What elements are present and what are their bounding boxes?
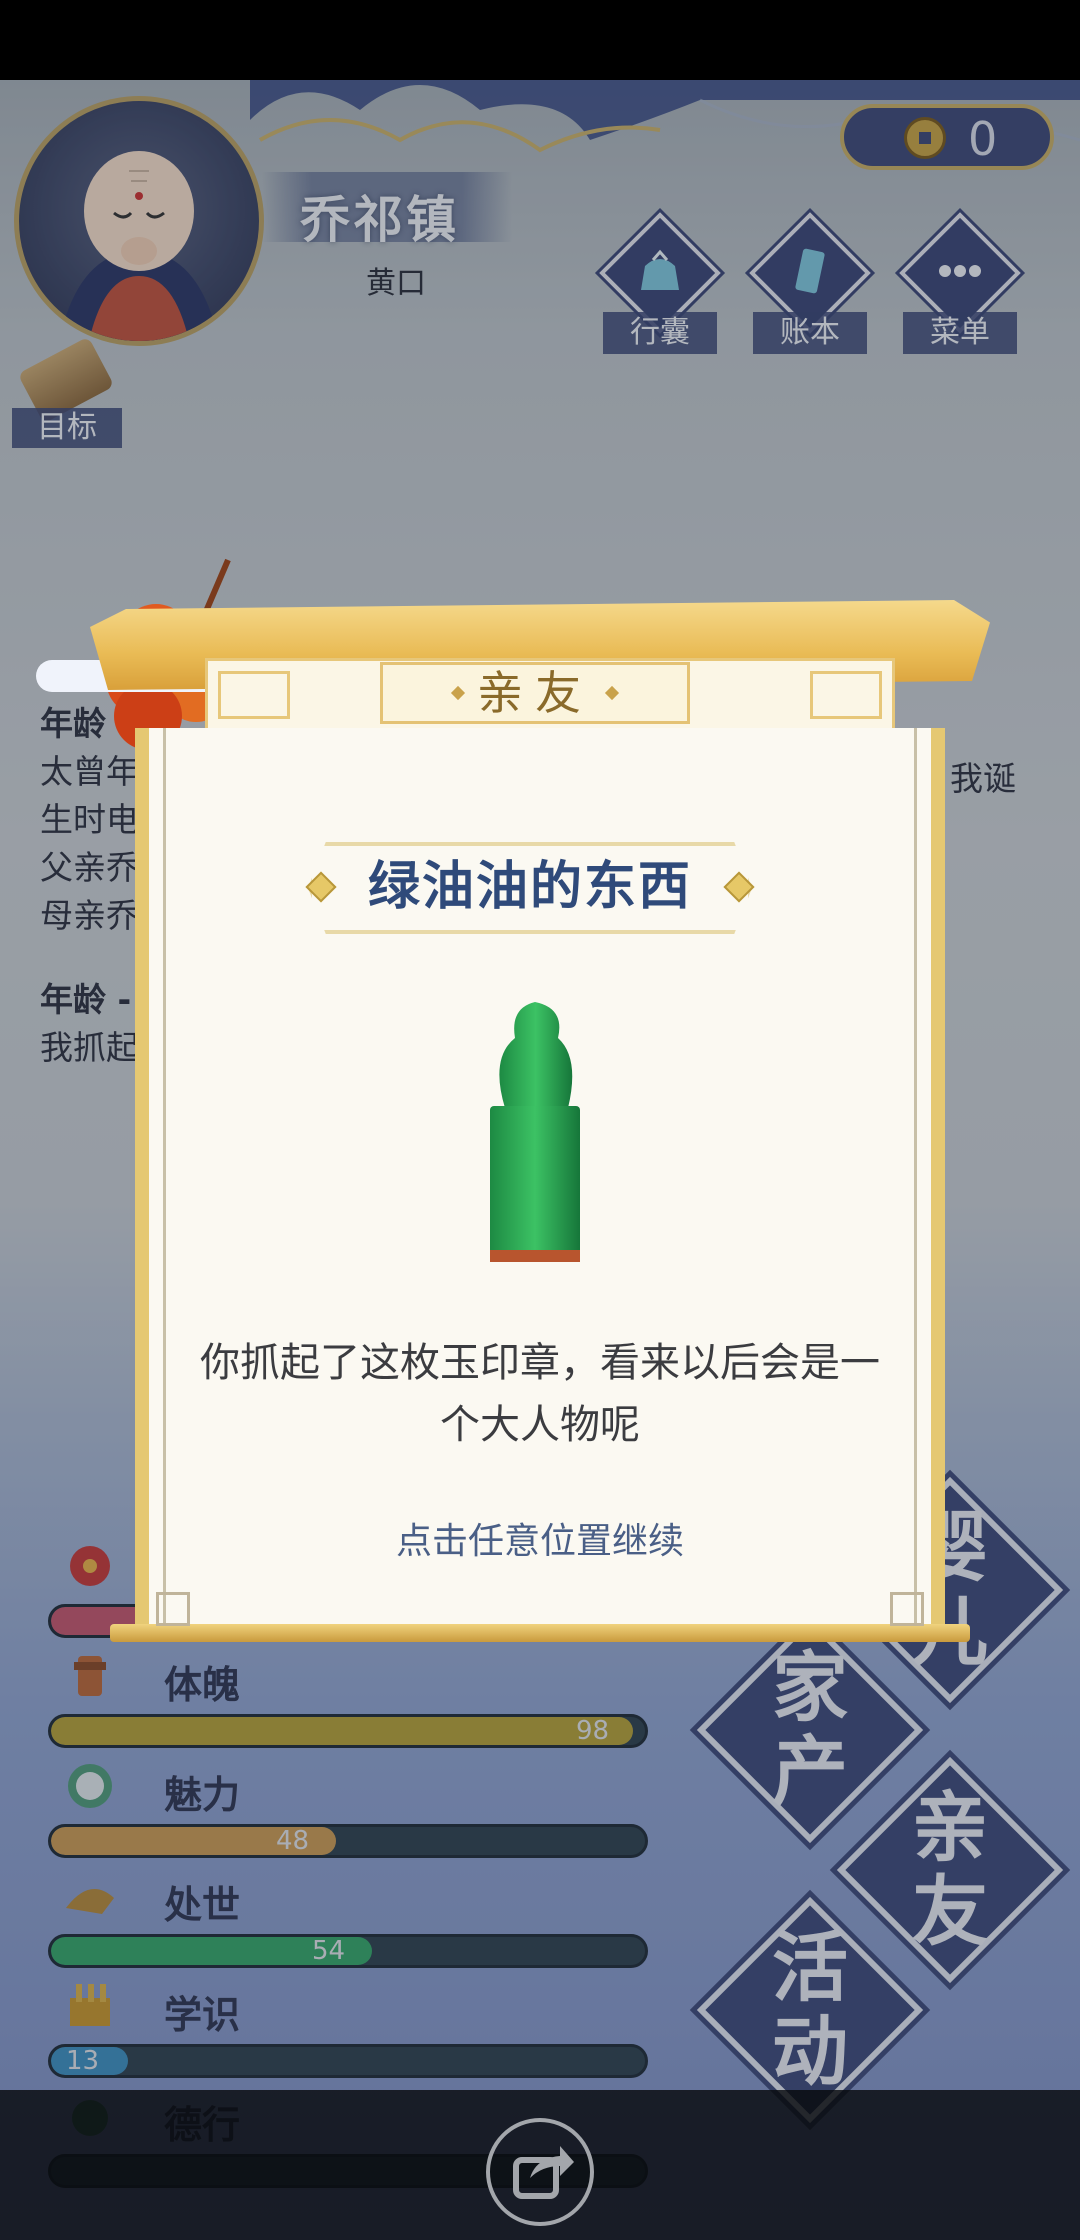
game-screen: 乔祁镇 黄口 0 行囊 账本 菜单 目标 年龄 太曾年 生时电 父亲乔 母亲乔 [0,80,1080,2240]
dialog-bottom-rail [110,1624,970,1642]
diamond-ornament-icon [450,685,466,700]
status-bar [0,0,1080,80]
jade-seal-icon [490,1002,580,1262]
item-dialog[interactable]: 亲友 绿油油的东西 你抓起了这枚玉印章，看来以后会是一个大人物呢 点击任意位置继… [90,580,990,1670]
dialog-category: 亲友 [477,666,593,720]
continue-hint[interactable]: 点击任意位置继续 [200,1512,880,1564]
item-name: 绿油油的东西 [367,857,692,917]
dialog-category-tab: 亲友 [380,662,690,724]
diamond-ornament-icon [604,685,620,700]
corner-ornament [890,1592,924,1626]
title-ornament-box [218,671,290,719]
item-description: 你抓起了这枚玉印章，看来以后会是一个大人物呢 [200,1340,880,1448]
title-ornament-box [810,671,882,719]
corner-ornament [156,1592,190,1626]
